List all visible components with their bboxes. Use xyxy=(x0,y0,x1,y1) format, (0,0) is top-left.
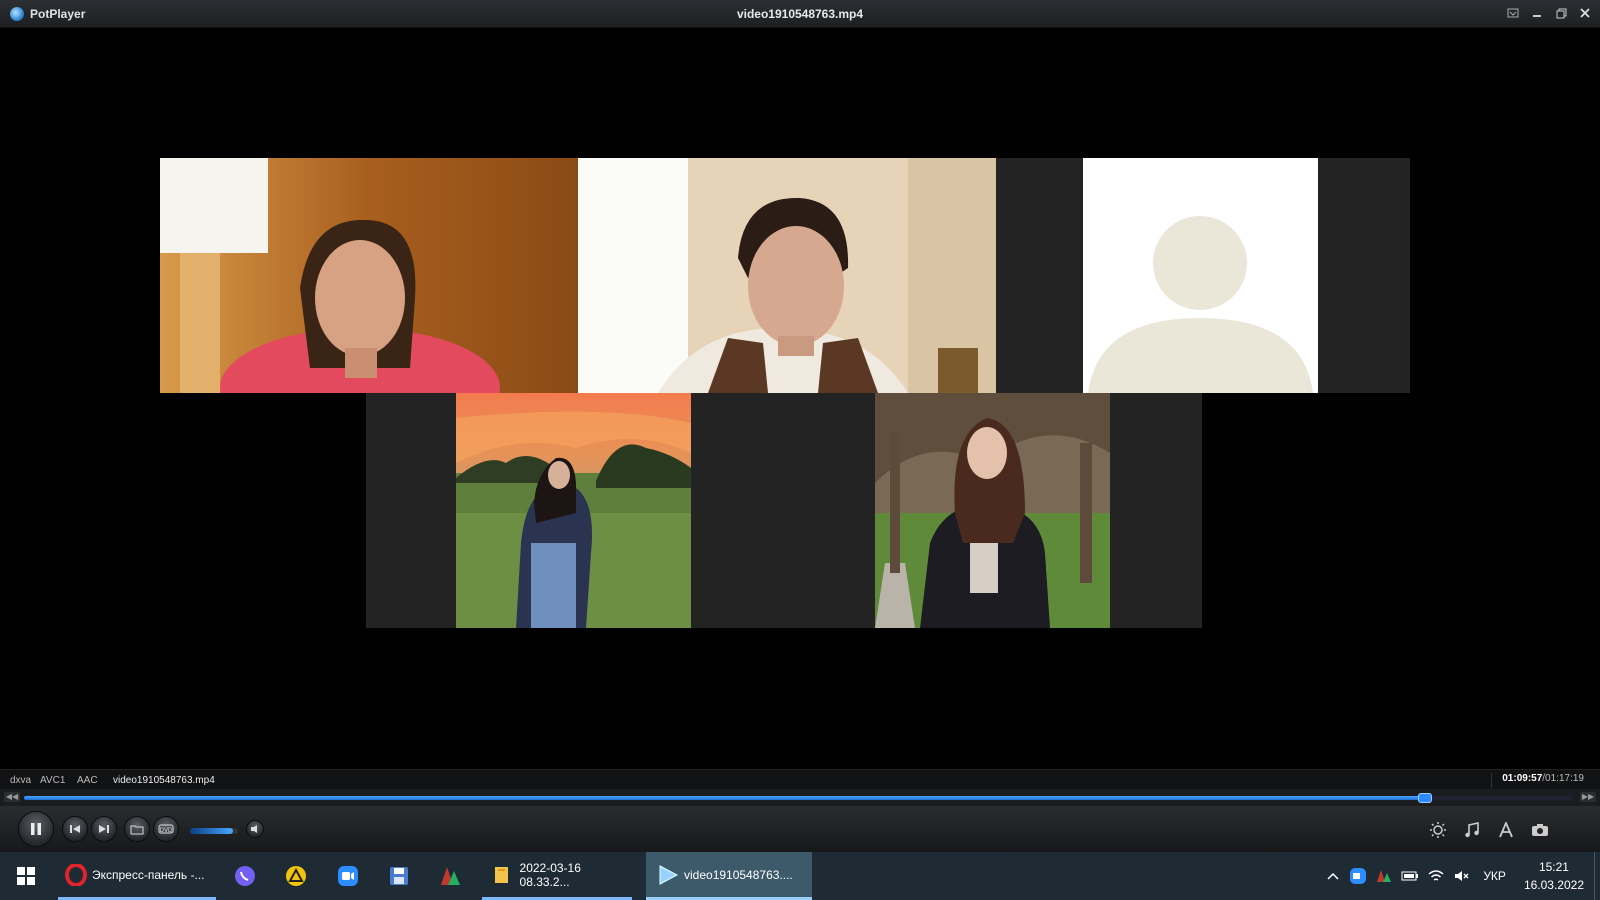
open-folder-icon xyxy=(130,825,144,834)
taskbar-item-label: 2022-03-16 08.33.2... xyxy=(519,860,581,889)
taskbar-item-app-warning[interactable] xyxy=(281,852,311,900)
wifi-icon xyxy=(1428,870,1444,881)
tray-overflow-button[interactable] xyxy=(1321,872,1345,880)
clock-date: 16.03.2022 xyxy=(1523,878,1584,892)
seek-bar-container: ◀◀ ▶▶ xyxy=(0,789,1600,806)
media-info-bar: dxva AVC1 AAC video1910548763.mp4 01:09:… xyxy=(0,769,1600,789)
screenshot-button[interactable] xyxy=(1530,820,1550,840)
start-button[interactable] xyxy=(12,852,40,900)
folder-icon xyxy=(490,863,514,887)
taskbar-item-opera[interactable]: Экспресс-панель -... xyxy=(58,852,216,900)
taskbar-item-potplayer[interactable]: video1910548763.... xyxy=(646,852,812,900)
video-codec-label[interactable]: AVC1 xyxy=(40,775,65,786)
video-tile-participant-1 xyxy=(160,158,578,393)
taskbar-item-label: Экспресс-панель -... xyxy=(92,867,205,882)
filename-label: video1910548763.mp4 xyxy=(113,775,215,786)
time-display[interactable]: 01:09:57/01:17:19 xyxy=(1491,773,1584,788)
music-icon xyxy=(1465,822,1479,838)
svg-text:DVD: DVD xyxy=(160,828,173,834)
tray-battery[interactable] xyxy=(1397,871,1423,881)
decoder-label[interactable]: dxva xyxy=(10,775,31,786)
player-icon xyxy=(656,863,680,887)
next-icon xyxy=(99,825,109,833)
taskbar: Экспресс-панель -... 2022-03-16 08.33.2.… xyxy=(0,852,1600,900)
warning-icon xyxy=(286,866,306,886)
dvd-icon: DVD xyxy=(158,824,174,834)
title-bar: PotPlayer video1910548763.mp4 xyxy=(0,0,1600,28)
pause-button[interactable] xyxy=(18,811,54,847)
zoom-icon xyxy=(1350,868,1367,884)
volume-level xyxy=(190,828,234,834)
seek-forward-icon[interactable]: ▶▶ xyxy=(1580,792,1596,802)
next-button[interactable] xyxy=(91,816,117,842)
speaker-icon xyxy=(251,825,257,833)
tray-zoom[interactable] xyxy=(1345,868,1371,884)
seek-bar[interactable] xyxy=(24,793,1572,803)
video-tile-participant-2 xyxy=(578,158,996,393)
app-icon xyxy=(441,867,460,885)
seek-back-icon[interactable]: ◀◀ xyxy=(4,792,20,802)
dvd-button[interactable]: DVD xyxy=(153,816,179,842)
audio-settings-button[interactable] xyxy=(1462,820,1482,840)
audio-codec-label[interactable]: AAC xyxy=(77,775,98,786)
tray-wifi[interactable] xyxy=(1423,869,1449,883)
video-viewport[interactable] xyxy=(3,29,1597,769)
app-icon xyxy=(1377,870,1392,882)
camera-icon xyxy=(1532,824,1548,836)
mute-button[interactable] xyxy=(246,820,264,838)
window-title: video1910548763.mp4 xyxy=(736,7,864,21)
taskbar-item-viber[interactable] xyxy=(230,852,260,900)
current-time: 01:09:57 xyxy=(1502,773,1543,784)
close-button[interactable] xyxy=(1576,4,1594,22)
viber-icon xyxy=(235,866,255,886)
taskbar-item-app[interactable] xyxy=(435,852,465,900)
show-desktop-button[interactable] xyxy=(1594,852,1600,900)
clock[interactable]: 15:21 16.03.2022 xyxy=(1524,858,1584,894)
subtitle-icon xyxy=(1499,822,1513,838)
language-indicator[interactable]: УКР xyxy=(1475,869,1514,883)
volume-slider[interactable] xyxy=(190,828,238,834)
system-tray: УКР 15:21 16.03.2022 xyxy=(1321,852,1600,900)
minimize-button[interactable] xyxy=(1528,4,1546,22)
brightness-button[interactable] xyxy=(1428,820,1448,840)
user-silhouette-icon xyxy=(1088,216,1313,393)
taskbar-item-folder[interactable]: 2022-03-16 08.33.2... xyxy=(482,852,632,900)
battery-icon xyxy=(1401,871,1419,881)
opera-icon xyxy=(64,863,88,887)
video-tile-participant-5 xyxy=(875,393,1110,628)
avatar-placeholder xyxy=(1083,158,1318,393)
total-time: /01:17:19 xyxy=(1542,773,1584,784)
windows-icon xyxy=(17,867,35,885)
window-controls xyxy=(1504,4,1594,22)
pin-icon[interactable] xyxy=(1504,4,1522,22)
chevron-up-icon xyxy=(1327,872,1339,880)
open-file-button[interactable] xyxy=(124,816,150,842)
maximize-button[interactable] xyxy=(1552,4,1570,22)
video-tile-participant-4 xyxy=(456,393,691,628)
previous-icon xyxy=(70,825,80,833)
control-bar: DVD xyxy=(0,806,1600,852)
zoom-icon xyxy=(338,866,358,886)
tray-volume[interactable] xyxy=(1449,869,1475,883)
taskbar-item-label: video1910548763.... xyxy=(684,867,793,882)
volume-muted-icon xyxy=(1455,871,1469,881)
subtitle-button[interactable] xyxy=(1496,820,1516,840)
brightness-icon xyxy=(1430,822,1446,838)
seek-progress xyxy=(24,796,1425,800)
previous-button[interactable] xyxy=(62,816,88,842)
seek-thumb[interactable] xyxy=(1417,793,1432,803)
right-controls xyxy=(1428,820,1550,840)
taskbar-item-zoom[interactable] xyxy=(333,852,363,900)
tray-app[interactable] xyxy=(1371,869,1397,883)
save-icon xyxy=(390,867,408,885)
taskbar-item-save[interactable] xyxy=(384,852,414,900)
pause-icon xyxy=(31,823,41,835)
video-tile-participant-3-frame xyxy=(996,158,1410,393)
clock-time: 15:21 xyxy=(1538,860,1569,874)
